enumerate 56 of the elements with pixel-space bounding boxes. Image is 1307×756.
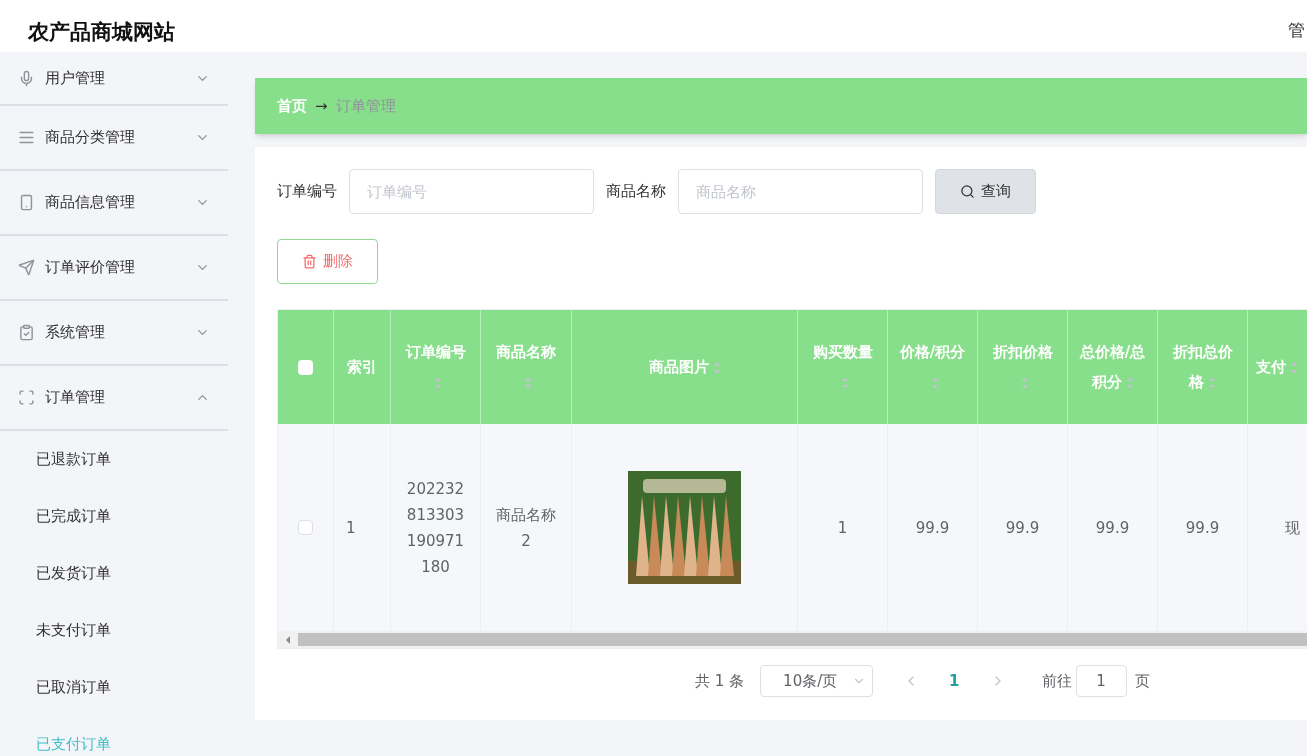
sidebar-menu-item[interactable]: 订单管理: [0, 366, 228, 431]
horizontal-scrollbar[interactable]: [278, 631, 1307, 648]
row-checkbox[interactable]: [298, 520, 313, 535]
submenu-item[interactable]: 已退款订单: [0, 431, 228, 488]
send-icon: [18, 259, 35, 276]
goto-suffix: 页: [1134, 670, 1150, 692]
query-button[interactable]: 查询: [935, 169, 1036, 214]
phone-icon: [18, 194, 35, 211]
search-icon: [960, 184, 975, 199]
sort-icon[interactable]: [524, 375, 532, 390]
total-count: 共 1 条: [695, 670, 745, 692]
sort-icon[interactable]: [930, 375, 939, 390]
table-cell-text: 99.9: [1185, 517, 1220, 539]
breadcrumb-current: 订单管理: [335, 95, 396, 117]
sort-icon[interactable]: [433, 375, 442, 390]
sort-icon[interactable]: [1020, 375, 1029, 390]
header-text: 管: [1288, 19, 1305, 43]
sidebar-menu-item[interactable]: 系统管理: [0, 301, 228, 366]
sort-icon[interactable]: [840, 375, 849, 390]
scroll-left-icon[interactable]: [284, 635, 292, 644]
goto-page-field[interactable]: 1: [1075, 665, 1127, 697]
table-cell-text: 1: [346, 517, 356, 539]
clipboard-icon: [18, 324, 35, 341]
page-size-select[interactable]: 10条/页: [760, 665, 874, 697]
table-cell-text: 99.9: [1095, 517, 1130, 539]
table-cell-text: 202232813303190971180: [405, 478, 466, 578]
list-icon: [18, 129, 35, 146]
sort-icon[interactable]: [712, 360, 721, 375]
breadcrumb-separator: →: [315, 95, 328, 117]
search-field[interactable]: 订单编号: [349, 169, 594, 214]
sidebar-menu-item[interactable]: 商品信息管理: [0, 171, 228, 236]
sidebar-menu-item[interactable]: 商品分类管理: [0, 106, 228, 171]
sidebar-menu-item[interactable]: 用户管理: [0, 52, 228, 106]
submenu-item[interactable]: 已取消订单: [0, 659, 228, 716]
submenu-item[interactable]: 已完成订单: [0, 488, 228, 545]
goto-label: 前往: [1041, 670, 1072, 692]
sort-icon[interactable]: [1125, 375, 1134, 390]
field-label: 商品名称: [606, 181, 666, 203]
table-cell-text: 1: [837, 517, 848, 539]
submenu-item[interactable]: 未支付订单: [0, 602, 228, 659]
sidebar-menu-item[interactable]: 订单评价管理: [0, 236, 228, 301]
frame-icon: [18, 389, 35, 406]
select-all-checkbox[interactable]: [298, 359, 313, 375]
trash-icon: [302, 254, 317, 269]
submenu-item[interactable]: 已发货订单: [0, 545, 228, 602]
sort-icon[interactable]: [1290, 360, 1298, 375]
microphone-icon: [18, 69, 35, 87]
search-field[interactable]: 商品名称: [678, 169, 923, 214]
site-title: 农产品商城网站: [28, 19, 175, 47]
field-label: 订单编号: [277, 181, 337, 203]
table-cell-text: 99.9: [915, 517, 950, 539]
sort-icon[interactable]: [1208, 375, 1216, 390]
table-cell-text: 商品名称2: [495, 504, 557, 552]
table-cell-text: 现: [1285, 517, 1300, 539]
page-number[interactable]: 1: [949, 669, 960, 693]
table-cell-text: 99.9: [1005, 517, 1040, 539]
